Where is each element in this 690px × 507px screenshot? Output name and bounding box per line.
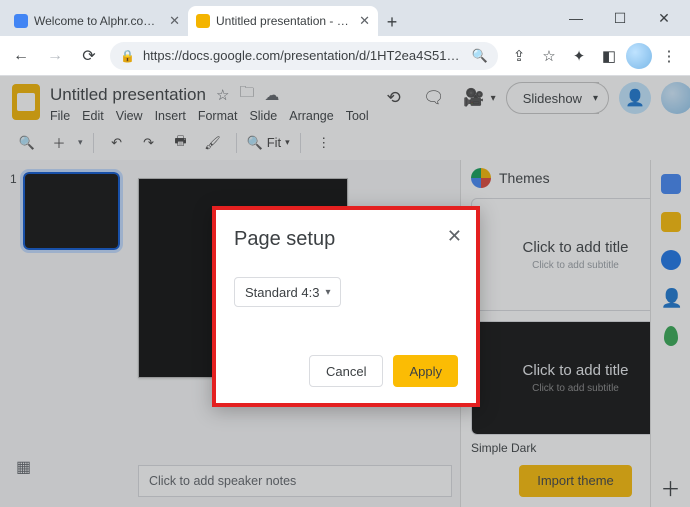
- window-close-button[interactable]: ✕: [642, 3, 686, 33]
- favicon-icon: [196, 14, 210, 28]
- tab-close-icon[interactable]: ✕: [359, 13, 370, 29]
- browser-toolbar: ← → ⟳ 🔒 https://docs.google.com/presenta…: [0, 36, 690, 76]
- bookmark-icon[interactable]: ☆: [536, 43, 562, 69]
- browser-tab-alphr[interactable]: Welcome to Alphr.com - Google ✕: [6, 6, 188, 36]
- nav-reload-button[interactable]: ⟳: [76, 43, 102, 69]
- lock-icon: 🔒: [120, 49, 135, 63]
- cancel-button[interactable]: Cancel: [309, 355, 383, 387]
- page-setup-dialog: ✕ Page setup Standard 4:3 ▾ Cancel Apply: [212, 206, 480, 407]
- tab-title: Untitled presentation - Google S: [216, 14, 349, 28]
- window-minimize-button[interactable]: —: [554, 3, 598, 33]
- new-tab-button[interactable]: +: [378, 8, 406, 36]
- aspect-ratio-dropdown[interactable]: Standard 4:3 ▾: [234, 277, 341, 307]
- aspect-ratio-value: Standard 4:3: [245, 285, 319, 300]
- extensions-icon[interactable]: ✦: [566, 43, 592, 69]
- browser-tab-slides[interactable]: Untitled presentation - Google S ✕: [188, 6, 378, 36]
- share-icon[interactable]: ⇪: [506, 43, 532, 69]
- url-text: https://docs.google.com/presentation/d/1…: [143, 48, 464, 63]
- window-maximize-button[interactable]: ☐: [598, 3, 642, 33]
- nav-forward-button[interactable]: →: [42, 43, 68, 69]
- dialog-close-icon[interactable]: ✕: [447, 226, 462, 247]
- tab-title: Welcome to Alphr.com - Google: [34, 14, 159, 28]
- apply-button[interactable]: Apply: [393, 355, 458, 387]
- search-in-page-icon[interactable]: 🔍: [472, 48, 488, 64]
- browser-menu-icon[interactable]: ⋮: [656, 43, 682, 69]
- dialog-title: Page setup: [234, 228, 458, 251]
- address-bar[interactable]: 🔒 https://docs.google.com/presentation/d…: [110, 42, 498, 70]
- browser-profile-avatar[interactable]: [626, 43, 652, 69]
- nav-back-button[interactable]: ←: [8, 43, 34, 69]
- favicon-icon: [14, 14, 28, 28]
- chevron-down-icon: ▾: [325, 287, 330, 298]
- tab-close-icon[interactable]: ✕: [169, 13, 180, 29]
- side-panel-icon[interactable]: ◧: [596, 43, 622, 69]
